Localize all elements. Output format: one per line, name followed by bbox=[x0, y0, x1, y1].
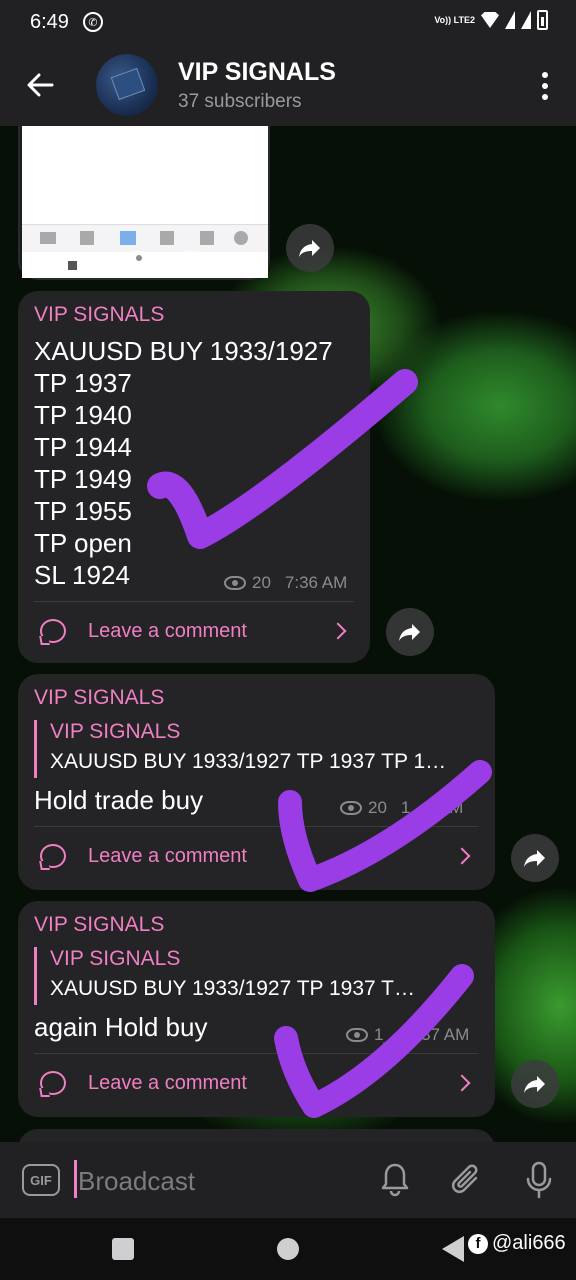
battery-icon bbox=[537, 10, 548, 30]
message-text[interactable]: again Hold buy bbox=[34, 1011, 207, 1043]
divider bbox=[34, 1053, 479, 1054]
signal-icon bbox=[505, 11, 515, 29]
message-bubble[interactable]: VIP SIGNALS VIP SIGNALS XAUUSD BUY 1933/… bbox=[18, 901, 495, 1117]
message-line: TP open bbox=[34, 528, 132, 558]
facebook-icon: f bbox=[468, 1233, 488, 1254]
eye-icon bbox=[340, 801, 362, 815]
status-bar: 6:49 ✆ Vo)) LTE2 bbox=[0, 0, 576, 44]
message-line: XAUUSD BUY 1933/1927 bbox=[34, 336, 333, 366]
message-meta: 1_ _:37 AM bbox=[346, 1025, 469, 1045]
image-views: 22 bbox=[156, 248, 175, 267]
wifi-icon bbox=[481, 12, 499, 28]
chevron-right-icon bbox=[329, 622, 347, 640]
message-meta: 20 7:36 AM bbox=[224, 573, 347, 593]
comment-icon bbox=[40, 619, 66, 643]
view-count: 20 bbox=[368, 798, 387, 817]
chevron-right-icon bbox=[453, 847, 471, 865]
message-line: TP 1940 bbox=[34, 400, 132, 430]
comment-icon bbox=[40, 1071, 66, 1095]
forward-button[interactable] bbox=[511, 1060, 559, 1108]
back-nav-button[interactable] bbox=[442, 1236, 464, 1262]
more-vert-icon[interactable] bbox=[542, 72, 548, 100]
whatsapp-icon: ✆ bbox=[82, 12, 103, 32]
view-count: 20 bbox=[252, 573, 271, 592]
reply-quote[interactable]: VIP SIGNALS XAUUSD BUY 1933/1927 TP 1937… bbox=[34, 720, 480, 778]
status-icons: Vo)) LTE2 bbox=[434, 10, 548, 30]
bell-icon[interactable] bbox=[380, 1162, 410, 1198]
back-button[interactable] bbox=[0, 44, 80, 126]
home-button[interactable] bbox=[277, 1238, 299, 1260]
watermark-text: @ali666 bbox=[492, 1232, 566, 1254]
message-line: TP 1955 bbox=[34, 496, 132, 526]
leave-comment-button[interactable]: Leave a comment bbox=[40, 1071, 247, 1095]
divider bbox=[34, 826, 479, 827]
channel-title[interactable]: VIP SIGNALS bbox=[178, 58, 336, 87]
mic-icon[interactable] bbox=[524, 1160, 554, 1200]
forward-button[interactable] bbox=[386, 608, 434, 656]
message-text[interactable]: Hold trade buy bbox=[34, 784, 203, 816]
chart-screenshot[interactable] bbox=[22, 126, 268, 224]
forward-icon bbox=[524, 1076, 545, 1093]
signal-icon-2 bbox=[521, 11, 531, 29]
eye-icon bbox=[128, 251, 150, 265]
sender-name[interactable]: VIP SIGNALS bbox=[34, 913, 164, 937]
system-nav-bar: f @ali666 bbox=[0, 1218, 576, 1280]
view-count: 1_ bbox=[374, 1025, 393, 1044]
forward-icon bbox=[299, 240, 320, 257]
message-line: TP 1949 bbox=[34, 464, 132, 494]
watermark: f @ali666 bbox=[468, 1232, 566, 1255]
text-cursor bbox=[74, 1160, 77, 1198]
forward-button[interactable] bbox=[511, 834, 559, 882]
gif-icon[interactable]: GIF bbox=[22, 1164, 60, 1196]
divider bbox=[34, 601, 354, 602]
sender-name[interactable]: VIP SIGNALS bbox=[34, 686, 164, 710]
broadcast-input-bar[interactable]: GIF Broadcast bbox=[0, 1142, 576, 1218]
message-time: 7:36 AM bbox=[284, 573, 348, 592]
channel-header[interactable]: VIP SIGNALS 37 subscribers bbox=[0, 44, 576, 126]
reply-quote[interactable]: VIP SIGNALS XAUUSD BUY 1933/1927 TP 1937… bbox=[34, 947, 480, 1005]
subscriber-count: 37 subscribers bbox=[178, 90, 302, 112]
broadcast-input[interactable]: Broadcast bbox=[78, 1166, 195, 1197]
chat-area[interactable]: 22 7:11 AM VIP SIGNALS XAUUSD BUY 1933/1… bbox=[0, 126, 576, 1142]
paperclip-icon[interactable] bbox=[450, 1162, 484, 1198]
message-bubble[interactable]: VIP SIGNALS XAUUSD BUY 1933/1927 TP 1937… bbox=[18, 291, 370, 663]
image-message[interactable]: 22 7:11 AM bbox=[18, 126, 270, 280]
eye-icon bbox=[224, 576, 246, 590]
eye-icon bbox=[346, 1028, 368, 1042]
network-label: Vo)) LTE2 bbox=[434, 14, 475, 25]
message-bubble[interactable]: VIP SIGNALS VIP SIGNALS XAUUSD BUY 1933/… bbox=[18, 674, 495, 890]
quote-text: XAUUSD BUY 1933/1927 TP 1937 T… bbox=[50, 977, 415, 1000]
image-time: 7:11 AM bbox=[186, 248, 249, 267]
back-arrow-icon bbox=[27, 73, 54, 97]
quote-text: XAUUSD BUY 1933/1927 TP 1937 TP 1… bbox=[50, 750, 447, 773]
recents-button[interactable] bbox=[112, 1238, 134, 1260]
comment-icon bbox=[40, 844, 66, 868]
message-time: 1_:3 AM bbox=[400, 798, 464, 817]
forward-icon bbox=[399, 624, 420, 641]
quote-sender: VIP SIGNALS bbox=[50, 720, 181, 743]
quote-sender: VIP SIGNALS bbox=[50, 947, 181, 970]
chevron-right-icon bbox=[453, 1074, 471, 1092]
message-meta: 20 1_:3 AM bbox=[340, 798, 463, 818]
message-time: _:37 AM bbox=[406, 1025, 470, 1044]
channel-avatar[interactable] bbox=[96, 54, 158, 116]
comment-label: Leave a comment bbox=[88, 844, 247, 867]
message-line: TP 1944 bbox=[34, 432, 132, 462]
message-line: TP 1937 bbox=[34, 368, 132, 398]
forward-button[interactable] bbox=[286, 224, 334, 272]
message-bubble-partial[interactable] bbox=[18, 1129, 495, 1142]
status-time: 6:49 bbox=[30, 10, 69, 33]
image-meta: 22 7:11 AM bbox=[128, 248, 248, 268]
comment-label: Leave a comment bbox=[88, 619, 247, 642]
leave-comment-button[interactable]: Leave a comment bbox=[40, 844, 247, 868]
leave-comment-button[interactable]: Leave a comment bbox=[40, 619, 247, 643]
message-text[interactable]: XAUUSD BUY 1933/1927 TP 1937 TP 1940 TP … bbox=[34, 335, 333, 591]
sender-name[interactable]: VIP SIGNALS bbox=[34, 303, 164, 327]
comment-label: Leave a comment bbox=[88, 1071, 247, 1094]
forward-icon bbox=[524, 850, 545, 867]
